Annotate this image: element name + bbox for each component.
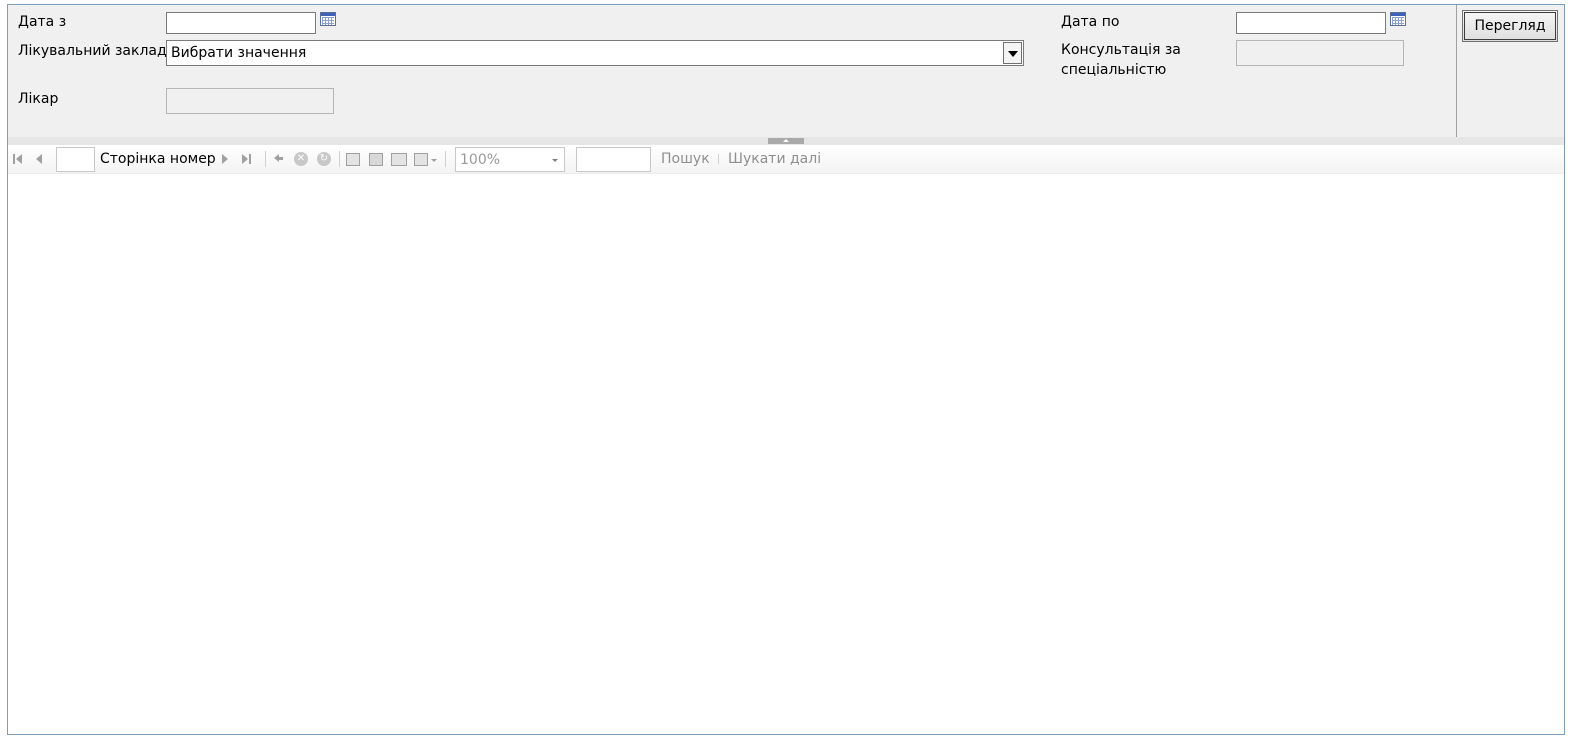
toolbar-separator (265, 151, 266, 167)
refresh-icon[interactable]: ↻ (317, 152, 331, 166)
page-number-input[interactable] (56, 147, 95, 172)
view-button-panel: Перегляд (1456, 5, 1564, 137)
facility-select[interactable]: Вибрати значення (166, 40, 1024, 66)
next-page-icon[interactable] (221, 154, 229, 164)
stop-icon[interactable]: ✕ (294, 152, 308, 166)
find-next-link[interactable]: Шукати далі (728, 150, 821, 168)
parameters-splitter (8, 137, 1564, 145)
zoom-select[interactable]: 100% (455, 147, 565, 172)
collapse-parameters-handle[interactable] (768, 138, 804, 144)
report-toolbar: Сторінка номер ✕ ↻ 100% Пошук Шукати дал… (8, 145, 1564, 174)
chevron-up-icon (783, 139, 789, 142)
facility-label: Лікувальний заклад (18, 43, 167, 59)
date-to-input[interactable] (1236, 12, 1386, 34)
calendar-icon[interactable] (1390, 12, 1406, 26)
report-content-area (8, 174, 1564, 734)
doctor-input (166, 88, 334, 114)
chevron-down-icon (1008, 51, 1018, 57)
first-page-icon[interactable] (13, 154, 23, 164)
last-page-icon[interactable] (242, 154, 252, 164)
zoom-value: 100% (460, 152, 501, 168)
calendar-icon[interactable] (320, 12, 336, 26)
date-from-label: Дата з (18, 14, 67, 30)
print-icon[interactable] (346, 153, 360, 166)
export-icon[interactable] (414, 153, 428, 166)
consultation-label-line2: спеціальністю (1061, 62, 1167, 78)
page-setup-icon[interactable] (391, 153, 407, 166)
view-report-button[interactable]: Перегляд (1462, 10, 1558, 42)
toolbar-separator (718, 154, 719, 164)
facility-selected-value: Вибрати значення (171, 45, 307, 61)
parameters-panel: Дата з Лікувальний заклад Вибрати значен… (8, 5, 1456, 137)
page-number-label: Сторінка номер (100, 151, 216, 167)
back-icon[interactable] (274, 154, 284, 163)
dropdown-button[interactable] (1003, 42, 1022, 64)
find-link[interactable]: Пошук (661, 150, 710, 168)
consultation-label-line1: Консультація за (1061, 42, 1181, 58)
find-text-input[interactable] (576, 147, 651, 172)
chevron-down-icon[interactable] (431, 159, 437, 162)
doctor-label: Лікар (18, 91, 59, 107)
chevron-down-icon (552, 159, 558, 162)
previous-page-icon[interactable] (35, 154, 43, 164)
toolbar-separator (339, 151, 340, 167)
toolbar-separator (445, 151, 446, 167)
report-viewer: Дата з Лікувальний заклад Вибрати значен… (7, 4, 1565, 735)
date-from-input[interactable] (166, 12, 316, 34)
consultation-input (1236, 40, 1404, 66)
date-to-label: Дата по (1061, 14, 1120, 30)
print-layout-icon[interactable] (369, 153, 383, 166)
